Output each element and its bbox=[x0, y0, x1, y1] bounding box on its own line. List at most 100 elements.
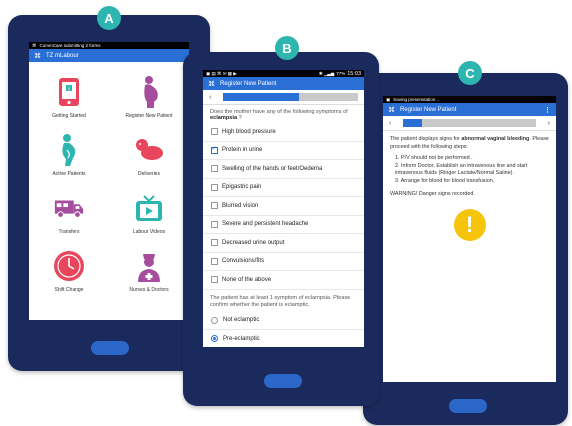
checkbox[interactable] bbox=[211, 183, 218, 191]
battery-level: 77% bbox=[336, 71, 346, 76]
tile-label: Shift Change bbox=[54, 287, 84, 293]
home-button-c[interactable] bbox=[449, 399, 487, 413]
chevron-left-icon[interactable]: ‹ bbox=[389, 120, 397, 127]
nurse-icon bbox=[133, 250, 165, 282]
home-tile-grid: i Getting Started Register New Patient A… bbox=[29, 62, 189, 308]
step-item: 2. Inform Doctor, Establish an intraveno… bbox=[395, 162, 528, 177]
app-title: TZ mLabour bbox=[46, 52, 79, 59]
chevron-right-icon[interactable]: › bbox=[542, 120, 550, 127]
app-logo-icon: ⌘ bbox=[34, 52, 41, 60]
status-bar: ▣ ▤ ⌘ ✉ ▦ ▶ ✱ ▁▃▅ 77% 15:03 bbox=[203, 70, 364, 77]
tile-getting-started[interactable]: i Getting Started bbox=[29, 76, 109, 134]
tile-label: Labour Videos bbox=[132, 229, 166, 235]
checkbox[interactable] bbox=[211, 202, 218, 210]
radio-option[interactable]: Pre-eclamptic bbox=[203, 330, 364, 347]
checkbox[interactable] bbox=[211, 220, 218, 228]
notification-icons: ▣ ▤ ⌘ ✉ ▦ ▶ bbox=[206, 70, 237, 76]
tv-play-icon bbox=[133, 192, 165, 224]
guidance-intro: The patient displays signs for bbox=[390, 136, 460, 142]
progress-bar bbox=[403, 119, 536, 127]
option-label: Protein in urine bbox=[222, 147, 263, 154]
guidance-text: The patient displays signs for abnormal … bbox=[383, 131, 556, 155]
option-label: Epigastric pain bbox=[222, 184, 262, 191]
form-progress-row: ‹ bbox=[203, 90, 364, 105]
notification-icon: ⌘ bbox=[32, 42, 37, 48]
option-label: Pre-eclamptic bbox=[223, 335, 260, 342]
chevron-left-icon[interactable]: ‹ bbox=[209, 94, 217, 101]
phone-info-icon: i bbox=[53, 76, 85, 108]
checkbox-option[interactable]: High blood pressure bbox=[203, 123, 364, 142]
option-label: Decreased urine output bbox=[222, 239, 285, 246]
checkbox[interactable] bbox=[211, 276, 218, 284]
followup-text: The patient has at least 1 symptom of ec… bbox=[210, 294, 351, 309]
signal-icon: ✱ ▁▃▅ bbox=[318, 70, 335, 76]
status-text: CommCare submitting 2 forms bbox=[39, 43, 101, 48]
question-keyword: eclampsia bbox=[210, 115, 238, 121]
tile-label: Nurses & Doctors bbox=[129, 287, 169, 293]
app-bar: ⌘ Register New Patient ⋮ bbox=[383, 103, 556, 116]
checkbox[interactable] bbox=[211, 128, 218, 136]
checkbox-option[interactable]: Epigastric pain bbox=[203, 179, 364, 197]
app-logo-icon: ⌘ bbox=[208, 80, 215, 88]
tile-label: Getting Started bbox=[52, 113, 86, 119]
app-bar: ⌘ Register New Patient bbox=[203, 77, 364, 90]
progress-fill bbox=[223, 93, 299, 101]
steps-list: 1. P/V should not be performed . 2. Info… bbox=[383, 155, 556, 189]
radio-option[interactable]: Not eclamptic bbox=[203, 312, 364, 331]
tile-transfers[interactable]: Transfers bbox=[29, 192, 109, 250]
pregnant-profile-icon bbox=[53, 134, 85, 166]
warning-icon: ! bbox=[453, 208, 486, 241]
tile-shift-change[interactable]: Shift Change bbox=[29, 250, 109, 308]
marker-a: A bbox=[97, 6, 121, 30]
symptom-checklist: High blood pressure Protein in urine Swe… bbox=[203, 123, 364, 290]
tile-label: Deliveries bbox=[138, 171, 160, 177]
checkbox-option[interactable]: Protein in urine bbox=[203, 142, 364, 160]
clock-icon bbox=[53, 250, 85, 282]
checkbox-option[interactable]: Severe and persistent headache bbox=[203, 216, 364, 234]
status-time: 15:03 bbox=[347, 70, 361, 77]
radio-button-selected[interactable] bbox=[211, 335, 218, 343]
tile-active-patients[interactable]: Active Patients bbox=[29, 134, 109, 192]
option-label: Swelling of the hands or feet/Oedema bbox=[222, 165, 323, 172]
progress-bar bbox=[223, 93, 358, 101]
checkbox[interactable] bbox=[211, 239, 218, 247]
home-button-a[interactable] bbox=[91, 341, 129, 355]
home-button-b[interactable] bbox=[264, 374, 302, 388]
screen-c: ▣ Saving presenstation... ⌘ Register New… bbox=[383, 96, 556, 382]
step-item: 3. Arrange for blood for blood transfusi… bbox=[395, 177, 495, 184]
option-label: Convulsions/fits bbox=[222, 258, 265, 265]
app-logo-icon: ⌘ bbox=[388, 106, 395, 114]
tile-labour-videos[interactable]: Labour Videos bbox=[109, 192, 189, 250]
option-label: High blood pressure bbox=[222, 128, 276, 135]
pregnant-woman-icon bbox=[133, 76, 165, 108]
tile-register-new-patient[interactable]: Register New Patient bbox=[109, 76, 189, 134]
checkbox-option[interactable]: Decreased urine output bbox=[203, 234, 364, 253]
form-progress-row: ‹ › bbox=[383, 116, 556, 131]
checkbox-option[interactable]: None of the above bbox=[203, 271, 364, 290]
option-label: Blurred vision bbox=[222, 202, 259, 209]
checkbox[interactable] bbox=[211, 165, 218, 173]
status-text: Saving presenstation... bbox=[393, 97, 440, 102]
form-title: Register New Patient bbox=[220, 80, 277, 87]
tile-deliveries[interactable]: Deliveries bbox=[109, 134, 189, 192]
tile-label: Transfers bbox=[58, 229, 80, 235]
form-title: Register New Patient bbox=[400, 106, 457, 113]
checkbox-option[interactable]: Blurred vision bbox=[203, 197, 364, 216]
tile-label: Active Patients bbox=[52, 171, 86, 177]
guidance-condition: abnormal vaginal bleeding bbox=[461, 136, 530, 142]
question-text: Does the mother have any of the followin… bbox=[203, 105, 364, 123]
radio-button[interactable] bbox=[211, 316, 218, 324]
save-icon: ▣ bbox=[386, 96, 391, 102]
checkbox-option[interactable]: Swelling of the hands or feet/Oedema bbox=[203, 160, 364, 179]
status-bar: ⌘ CommCare submitting 2 forms bbox=[29, 42, 189, 49]
overflow-menu-icon[interactable]: ⋮ bbox=[544, 106, 551, 114]
tile-nurses-doctors[interactable]: Nurses & Doctors bbox=[109, 250, 189, 308]
checkbox-option[interactable]: Convulsions/fits bbox=[203, 253, 364, 271]
checkbox[interactable] bbox=[211, 257, 218, 265]
option-label: None of the above bbox=[222, 276, 272, 283]
screen-b: ▣ ▤ ⌘ ✉ ▦ ▶ ✱ ▁▃▅ 77% 15:03 ⌘ Register N… bbox=[203, 70, 364, 347]
screen-a: ⌘ CommCare submitting 2 forms ⌘ TZ mLabo… bbox=[29, 42, 189, 320]
progress-fill bbox=[403, 119, 422, 127]
checkbox-checked[interactable] bbox=[211, 145, 218, 154]
warning-text: WARNING! Danger signs recorded. bbox=[390, 191, 475, 198]
